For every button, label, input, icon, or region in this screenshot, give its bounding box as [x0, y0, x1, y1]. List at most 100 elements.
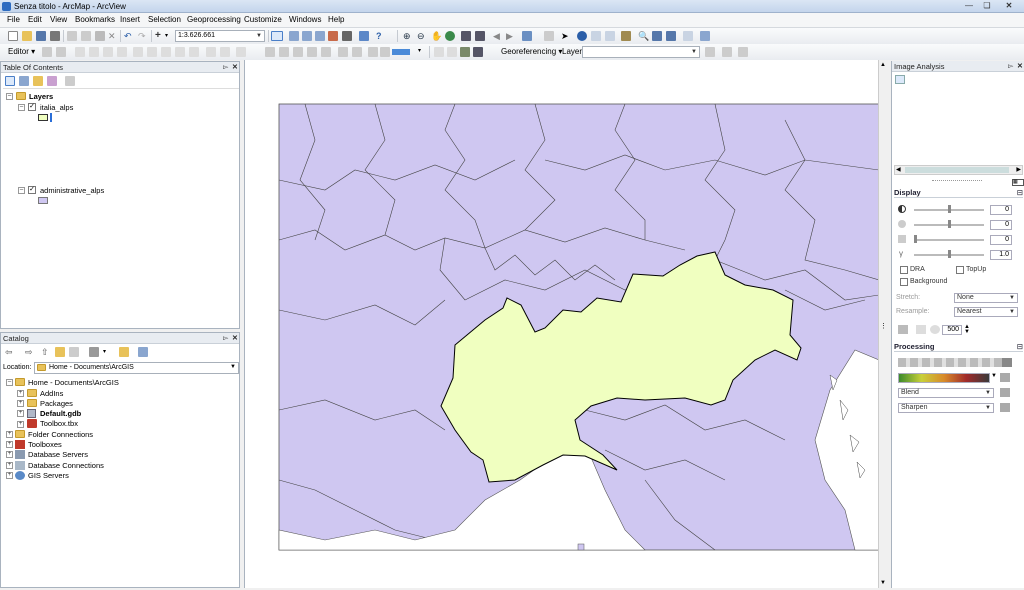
topup-checkbox[interactable] — [956, 266, 964, 274]
draw-underline-icon[interactable] — [380, 47, 390, 57]
blend-apply-icon[interactable] — [1000, 388, 1010, 397]
map-scrollbar[interactable]: ▲ ⋮ ▼ — [878, 60, 888, 588]
raster-icon[interactable] — [460, 47, 470, 57]
map-view[interactable] — [244, 60, 880, 588]
fixed-zoom-in-icon[interactable] — [461, 31, 471, 41]
list-by-selection-icon[interactable] — [47, 76, 57, 86]
dra-checkbox[interactable] — [900, 266, 908, 274]
display-section-header[interactable]: Display ⊟ — [894, 187, 1023, 198]
home-collapse-icon[interactable]: – — [6, 379, 13, 386]
sketch-properties-icon[interactable] — [220, 47, 230, 57]
image-classification-icon[interactable] — [434, 47, 444, 57]
expand-icon[interactable]: + — [6, 431, 13, 438]
list-by-visibility-icon[interactable] — [33, 76, 43, 86]
print-icon[interactable] — [50, 31, 60, 41]
python-window-icon[interactable] — [342, 31, 352, 41]
create-viewer-icon[interactable] — [700, 31, 710, 41]
georeferencing-menu[interactable]: Georeferencing ▾ — [501, 47, 562, 56]
layer-select[interactable]: ▼ — [582, 46, 700, 58]
expand-icon[interactable]: + — [17, 421, 24, 428]
italia-alps-symbol[interactable] — [38, 114, 48, 121]
toc-window-icon[interactable] — [289, 31, 299, 41]
scroll-left-icon[interactable]: ◀ — [896, 166, 901, 173]
draw-select-icon[interactable] — [265, 47, 275, 57]
view-link-table-icon[interactable] — [738, 47, 748, 57]
gamma-value[interactable]: 1.0 — [990, 250, 1012, 260]
expand-icon[interactable]: + — [6, 472, 13, 479]
catalog-toolboxes[interactable]: Toolboxes — [28, 440, 62, 449]
cut-icon[interactable] — [67, 31, 77, 41]
draw-font-icon[interactable] — [321, 47, 331, 57]
measure-icon[interactable] — [621, 31, 631, 41]
straight-segment-icon[interactable] — [75, 47, 85, 57]
time-slider-icon[interactable] — [683, 31, 693, 41]
views-dropdown-icon[interactable]: ▾ — [103, 347, 113, 357]
image-analysis-options-icon[interactable]: ▦ — [1012, 179, 1024, 186]
draw-italic-icon[interactable] — [368, 47, 378, 57]
select-features-icon[interactable] — [522, 31, 532, 41]
draw-rectangle-icon[interactable] — [293, 47, 303, 57]
list-by-drawing-order-icon[interactable] — [5, 76, 15, 86]
zoom-level-value[interactable]: 500 — [942, 325, 962, 335]
close-icon[interactable]: ✕ — [232, 333, 238, 344]
zoom-spinner-icon[interactable]: ▲ ▼ — [964, 324, 970, 335]
transparency-value[interactable]: 0 — [990, 235, 1012, 245]
catalog-item-packages[interactable]: Packages — [40, 399, 73, 408]
split-icon[interactable] — [175, 47, 185, 57]
help-icon[interactable]: ? — [376, 31, 386, 41]
scroll-right-icon[interactable]: ▶ — [1016, 166, 1021, 173]
catalog-item-default-gdb[interactable]: Default.gdb — [40, 409, 81, 418]
pin-icon[interactable]: ▻ — [1008, 61, 1013, 72]
horizontal-scrollbar[interactable]: ◀ ▶ — [894, 165, 1023, 175]
go-to-xy-icon[interactable] — [666, 31, 676, 41]
administrative-alps-symbol[interactable] — [38, 197, 48, 204]
model-builder-icon[interactable] — [359, 31, 369, 41]
point-icon[interactable] — [117, 47, 127, 57]
catalog-database-connections[interactable]: Database Connections — [28, 461, 104, 470]
menu-view[interactable]: View — [50, 15, 67, 24]
brightness-value[interactable]: 0 — [990, 220, 1012, 230]
catalog-item-addins[interactable]: AddIns — [40, 389, 63, 398]
cut-polygons-icon[interactable] — [161, 47, 171, 57]
html-popup-icon[interactable] — [605, 31, 615, 41]
scroll-down-icon[interactable]: ▼ — [880, 580, 886, 586]
collapse-icon[interactable]: ⊟ — [1017, 187, 1023, 198]
map-scale-combo[interactable]: 1:3.626.661 ▼ — [175, 30, 265, 42]
find-icon[interactable]: 🔍 — [638, 31, 649, 41]
scroll-up-icon[interactable]: ▲ — [880, 62, 886, 68]
delete-icon[interactable]: ✕ — [108, 31, 118, 41]
layers-collapse-icon[interactable]: – — [6, 93, 13, 100]
minimize-button[interactable]: — — [962, 1, 976, 11]
close-button[interactable]: ✕ — [1002, 1, 1016, 11]
list-by-source-icon[interactable] — [19, 76, 29, 86]
rotate-icon[interactable] — [189, 47, 199, 57]
menu-insert[interactable]: Insert — [120, 15, 140, 24]
contrast-value[interactable]: 0 — [990, 205, 1012, 215]
stretch-select[interactable]: None ▼ — [954, 293, 1018, 303]
create-features-icon[interactable] — [236, 47, 246, 57]
sharpen-select[interactable]: Sharpen ▼ — [898, 403, 994, 413]
pin-icon[interactable]: ▻ — [223, 62, 228, 73]
undo-icon[interactable]: ↶ — [124, 31, 134, 41]
add-data-dropdown-icon[interactable]: ▾ — [165, 31, 175, 41]
up-one-level-icon[interactable]: ⇧ — [41, 347, 51, 357]
back-extent-icon[interactable]: ◀ — [493, 31, 503, 41]
fill-color-swatch[interactable] — [392, 49, 410, 55]
hyperlink-icon[interactable] — [591, 31, 601, 41]
pan-icon[interactable]: ✋ — [431, 31, 442, 41]
identify-icon[interactable] — [577, 31, 587, 41]
layer-italia-alps[interactable]: italia_alps — [40, 103, 73, 112]
forward-extent-icon[interactable]: ▶ — [506, 31, 516, 41]
draw-text-icon[interactable] — [307, 47, 317, 57]
location-combo[interactable]: Home - Documents\ArcGIS ▼ — [34, 362, 239, 374]
pin-icon[interactable]: ▻ — [223, 333, 228, 344]
catalog-gis-servers[interactable]: GIS Servers — [28, 471, 69, 480]
expand-icon[interactable]: + — [6, 441, 13, 448]
edit-tool-icon[interactable] — [42, 47, 52, 57]
clear-selection-icon[interactable] — [544, 31, 554, 41]
open-icon[interactable] — [22, 31, 32, 41]
draw-size-icon[interactable] — [338, 47, 348, 57]
expand-icon[interactable]: + — [17, 410, 24, 417]
sharpen-apply-icon[interactable] — [1000, 403, 1010, 412]
attributes-icon[interactable] — [206, 47, 216, 57]
